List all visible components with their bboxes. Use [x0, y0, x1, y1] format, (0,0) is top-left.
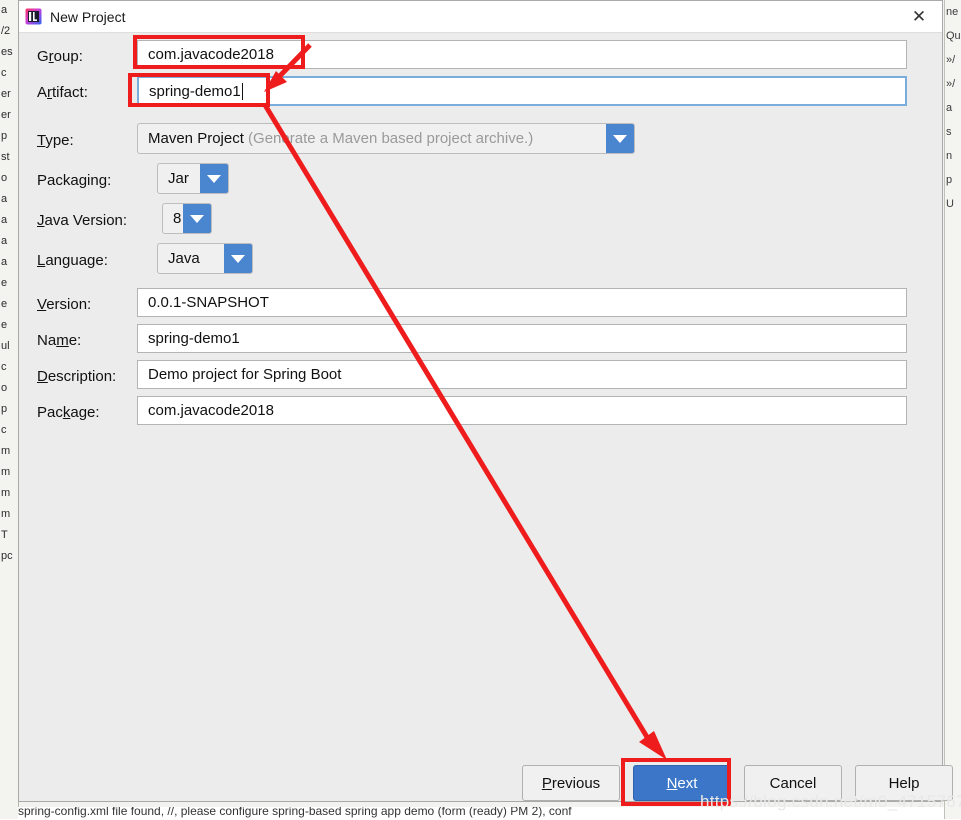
name-field[interactable]: spring-demo1: [137, 324, 907, 353]
background-left-line: a: [0, 0, 18, 21]
description-field[interactable]: Demo project for Spring Boot: [137, 360, 907, 389]
background-left-line: p: [0, 126, 18, 147]
description-label: Description:: [37, 368, 116, 385]
type-combobox[interactable]: Maven Project (Generate a Maven based pr…: [137, 123, 635, 154]
help-button-label: Help: [889, 775, 920, 792]
group-field[interactable]: com.javacode2018: [137, 40, 907, 69]
background-left-line: /2: [0, 21, 18, 42]
background-left-line: a: [0, 210, 18, 231]
background-left-line: o: [0, 168, 18, 189]
name-value: spring-demo1: [148, 330, 240, 347]
dialog-title: New Project: [50, 9, 125, 25]
background-left-line: e: [0, 315, 18, 336]
background-left-line: er: [0, 84, 18, 105]
background-left-line: e: [0, 273, 18, 294]
next-button-label: Next: [667, 775, 698, 792]
background-left-line: a: [0, 189, 18, 210]
type-value: Maven Project (Generate a Maven based pr…: [138, 130, 606, 147]
background-left-line: p: [0, 399, 18, 420]
background-left-line: pc: [0, 546, 18, 567]
new-project-dialog: New Project ✕ Group: com.javacode2018 Ar…: [18, 0, 943, 802]
java-version-combobox[interactable]: 8: [162, 203, 212, 234]
background-left-line: es: [0, 42, 18, 63]
type-label: Type:: [37, 132, 74, 149]
intellij-idea-icon: [25, 8, 42, 25]
background-right-line: s: [945, 120, 961, 144]
background-left-line: m: [0, 441, 18, 462]
background-right-line: Qu: [945, 24, 961, 48]
name-label: Name:: [37, 332, 81, 349]
artifact-label: Artifact:: [37, 84, 88, 101]
background-left-line: o: [0, 378, 18, 399]
background-right-line: »/: [945, 72, 961, 96]
close-icon[interactable]: ✕: [896, 1, 942, 32]
watermark: https://blog.csdn.net/m0_47157676: [700, 792, 961, 812]
background-left-line: ul: [0, 336, 18, 357]
java-version-value: 8: [163, 210, 183, 227]
packaging-value: Jar: [158, 170, 200, 187]
background-left-line: T: [0, 525, 18, 546]
background-left-line: m: [0, 483, 18, 504]
chevron-down-icon[interactable]: [200, 164, 228, 193]
background-left-line: m: [0, 462, 18, 483]
background-right-line: »/: [945, 48, 961, 72]
package-label: Package:: [37, 404, 100, 421]
dialog-titlebar: New Project ✕: [19, 1, 942, 33]
previous-button-label: Previous: [542, 775, 600, 792]
background-left-line: m: [0, 504, 18, 525]
background-left-line: c: [0, 357, 18, 378]
background-right-line: U: [945, 192, 961, 216]
description-value: Demo project for Spring Boot: [148, 366, 341, 383]
cancel-button-label: Cancel: [770, 775, 817, 792]
packaging-label: Packaging:: [37, 172, 111, 189]
artifact-value: spring-demo1: [149, 83, 241, 100]
background-right-line: ne: [945, 0, 961, 24]
background-right-line: a: [945, 96, 961, 120]
background-right-line: n: [945, 144, 961, 168]
package-field[interactable]: com.javacode2018: [137, 396, 907, 425]
version-value: 0.0.1-SNAPSHOT: [148, 294, 269, 311]
artifact-field[interactable]: spring-demo1: [137, 76, 907, 106]
project-form: Group: com.javacode2018 Artifact: spring…: [19, 32, 942, 801]
background-left-line: e: [0, 294, 18, 315]
background-left-line: st: [0, 147, 18, 168]
language-value: Java: [158, 250, 224, 267]
chevron-down-icon[interactable]: [224, 244, 252, 273]
chevron-down-icon[interactable]: [183, 204, 211, 233]
group-value: com.javacode2018: [148, 46, 274, 63]
version-field[interactable]: 0.0.1-SNAPSHOT: [137, 288, 907, 317]
chevron-down-icon[interactable]: [606, 124, 634, 153]
language-combobox[interactable]: Java: [157, 243, 253, 274]
background-left-line: c: [0, 63, 18, 84]
java-version-label: Java Version:: [37, 212, 127, 229]
previous-button[interactable]: Previous: [522, 765, 620, 801]
group-label: Group:: [37, 48, 83, 65]
background-left-line: er: [0, 105, 18, 126]
package-value: com.javacode2018: [148, 402, 274, 419]
version-label: Version:: [37, 296, 91, 313]
background-left-strip: a /2 es c er er p st o a a a a e e e ul …: [0, 0, 19, 819]
text-caret: [242, 83, 243, 100]
background-left-line: c: [0, 420, 18, 441]
background-left-line: a: [0, 252, 18, 273]
background-right-line: p: [945, 168, 961, 192]
packaging-combobox[interactable]: Jar: [157, 163, 229, 194]
background-right-panel: ne Qu »/ »/ a s n p U: [944, 0, 961, 819]
language-label: Language:: [37, 252, 108, 269]
background-left-line: a: [0, 231, 18, 252]
